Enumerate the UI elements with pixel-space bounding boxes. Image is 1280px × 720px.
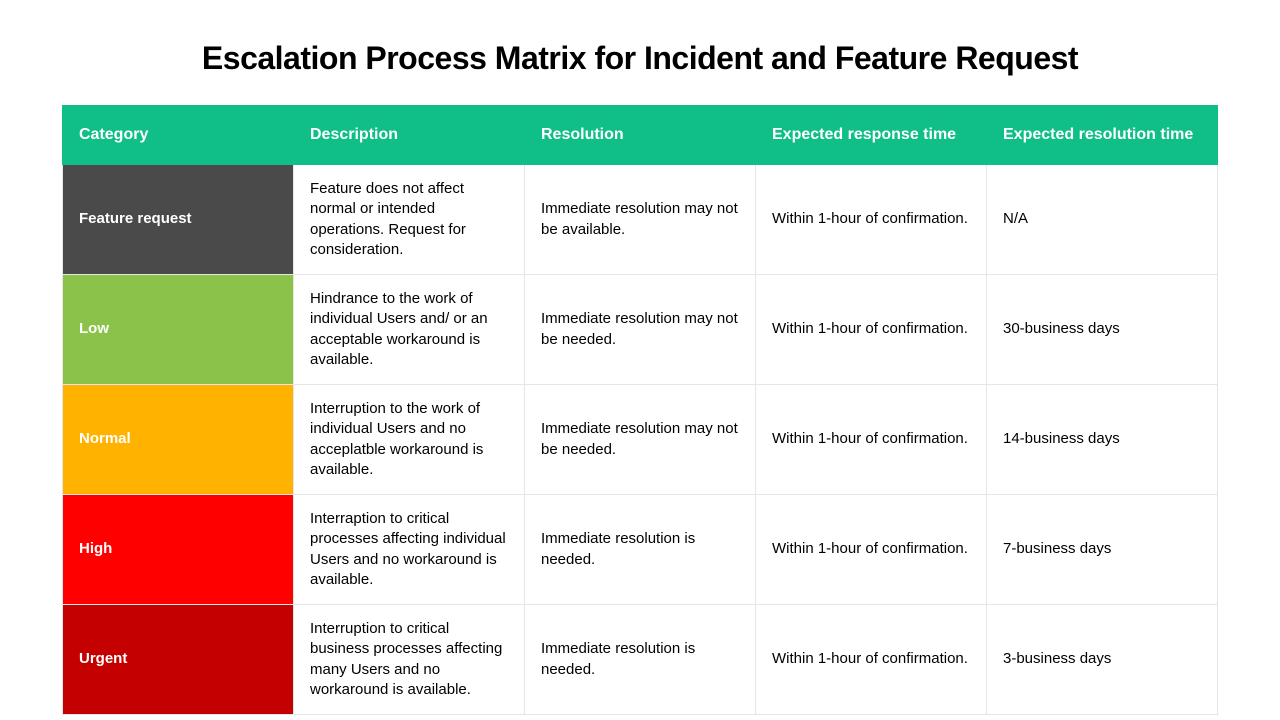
description-cell: Interraption to critical processes affec… xyxy=(294,495,525,605)
header-resolution-time: Expected resolution time xyxy=(987,106,1218,165)
response-time-cell: Within 1-hour of confirmation. xyxy=(756,165,987,275)
description-cell: Feature does not affect normal or intend… xyxy=(294,165,525,275)
table-header-row: Category Description Resolution Expected… xyxy=(63,106,1218,165)
resolution-time-cell: N/A xyxy=(987,165,1218,275)
table-row: Urgent Interruption to critical business… xyxy=(63,605,1218,715)
category-cell-normal: Normal xyxy=(63,385,294,495)
response-time-cell: Within 1-hour of confirmation. xyxy=(756,495,987,605)
resolution-cell: Immediate resolution is needed. xyxy=(525,495,756,605)
table-row: High Interraption to critical processes … xyxy=(63,495,1218,605)
resolution-time-cell: 7-business days xyxy=(987,495,1218,605)
category-cell-high: High xyxy=(63,495,294,605)
category-cell-urgent: Urgent xyxy=(63,605,294,715)
response-time-cell: Within 1-hour of confirmation. xyxy=(756,275,987,385)
resolution-cell: Immediate resolution may not be needed. xyxy=(525,385,756,495)
table-row: Feature request Feature does not affect … xyxy=(63,165,1218,275)
page-title: Escalation Process Matrix for Incident a… xyxy=(62,40,1218,77)
resolution-cell: Immediate resolution is needed. xyxy=(525,605,756,715)
header-category: Category xyxy=(63,106,294,165)
resolution-time-cell: 3-business days xyxy=(987,605,1218,715)
resolution-cell: Immediate resolution may not be availabl… xyxy=(525,165,756,275)
response-time-cell: Within 1-hour of confirmation. xyxy=(756,605,987,715)
resolution-cell: Immediate resolution may not be needed. xyxy=(525,275,756,385)
table-row: Low Hindrance to the work of individual … xyxy=(63,275,1218,385)
header-description: Description xyxy=(294,106,525,165)
resolution-time-cell: 30-business days xyxy=(987,275,1218,385)
description-cell: Interruption to the work of individual U… xyxy=(294,385,525,495)
header-resolution: Resolution xyxy=(525,106,756,165)
description-cell: Interruption to critical business proces… xyxy=(294,605,525,715)
category-cell-feature-request: Feature request xyxy=(63,165,294,275)
response-time-cell: Within 1-hour of confirmation. xyxy=(756,385,987,495)
table-row: Normal Interruption to the work of indiv… xyxy=(63,385,1218,495)
page: Escalation Process Matrix for Incident a… xyxy=(0,0,1280,720)
category-cell-low: Low xyxy=(63,275,294,385)
escalation-matrix-table: Category Description Resolution Expected… xyxy=(62,105,1218,715)
description-cell: Hindrance to the work of individual User… xyxy=(294,275,525,385)
resolution-time-cell: 14-business days xyxy=(987,385,1218,495)
header-response-time: Expected response time xyxy=(756,106,987,165)
